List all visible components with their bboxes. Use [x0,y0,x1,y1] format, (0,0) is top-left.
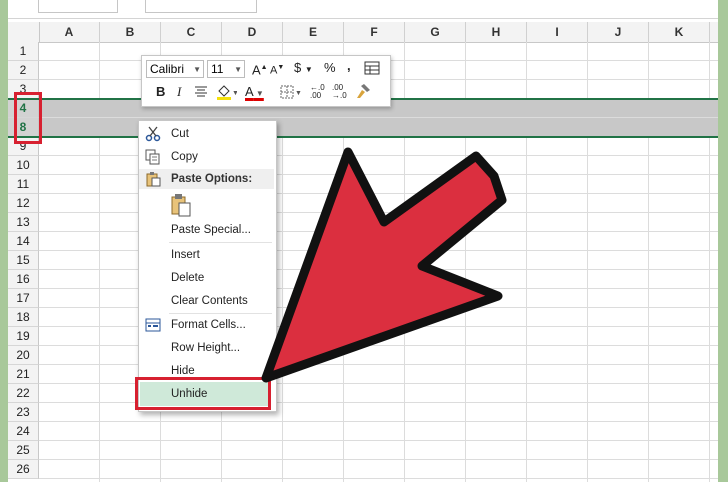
excel-window: ABCDEFGHIJK 1 2 3 4 8 9 10 11 12 13 14 15 16 17 18 19 20… [8,0,718,482]
arrow-icon [261,147,507,383]
